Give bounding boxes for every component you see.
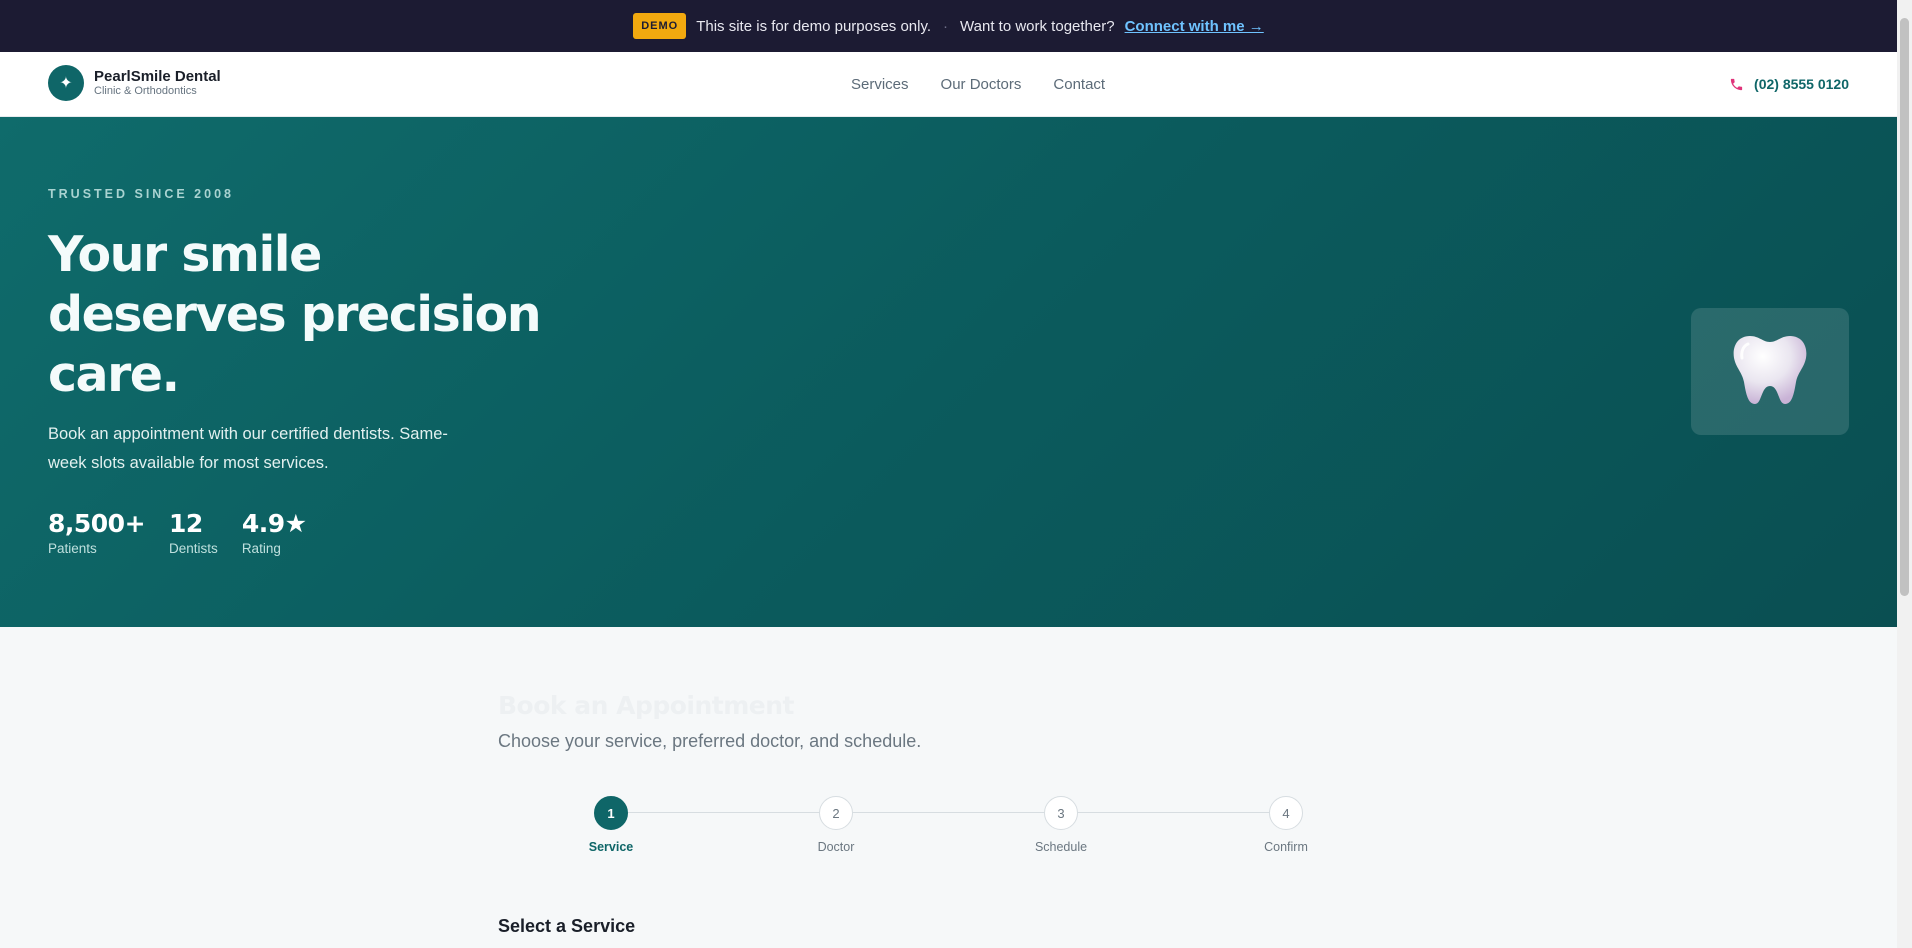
step-schedule[interactable]: 3 Schedule <box>1011 796 1111 854</box>
step-service[interactable]: 1 Service <box>561 796 661 854</box>
stat-patients: 8,500+ Patients <box>48 509 146 557</box>
hero-subtitle: Book an appointment with our certified d… <box>48 425 448 472</box>
stat-label: Dentists <box>169 541 218 556</box>
page-scrollbar[interactable] <box>1897 0 1912 948</box>
stat-value: 12 <box>169 509 203 538</box>
step-number: 1 <box>594 796 628 830</box>
step-number: 2 <box>819 796 853 830</box>
stat-rating: 4.9★ Rating <box>242 509 307 557</box>
step-number: 3 <box>1044 796 1078 830</box>
demo-banner: DEMO This site is for demo purposes only… <box>0 0 1897 52</box>
brand[interactable]: ✦ PearlSmile Dental Clinic & Orthodontic… <box>48 65 221 101</box>
phone-icon <box>1729 77 1744 92</box>
nav-services[interactable]: Services <box>851 76 909 93</box>
stat-value: 4.9★ <box>241 509 307 538</box>
step-label: Confirm <box>1264 840 1308 854</box>
site-header: ✦ PearlSmile Dental Clinic & Orthodontic… <box>0 52 1897 117</box>
phone-number: (02) 8555 0120 <box>1754 76 1849 92</box>
hero-eyebrow: TRUSTED SINCE 2008 <box>48 187 234 201</box>
select-service-title: Select a Service <box>498 916 636 936</box>
hero-stats: 8,500+ Patients 12 Dentists 4.9★ Rating <box>48 509 307 557</box>
stat-label: Patients <box>48 541 97 556</box>
step-number: 4 <box>1269 796 1303 830</box>
booking-title: Book an Appointment <box>498 691 795 720</box>
stat-dentists: 12 Dentists <box>169 509 218 557</box>
step-label: Doctor <box>817 840 855 854</box>
stepper-track <box>611 812 1286 813</box>
hero-image-card <box>1691 308 1849 435</box>
main-nav: Services Our Doctors Contact <box>851 52 1105 116</box>
tooth-icon <box>1728 330 1812 413</box>
hero-title: Your smile deserves precision care. <box>48 226 542 403</box>
stat-value: 8,500+ <box>48 509 146 538</box>
sparkle-icon: ✦ <box>48 65 84 101</box>
hero-section: TRUSTED SINCE 2008 Your smile deserves p… <box>0 117 1897 627</box>
scrollbar-thumb[interactable] <box>1900 18 1909 596</box>
nav-contact[interactable]: Contact <box>1053 76 1105 93</box>
nav-our-doctors[interactable]: Our Doctors <box>941 76 1022 93</box>
booking-subtitle: Choose your service, preferred doctor, a… <box>498 731 922 751</box>
brand-name: PearlSmile Dental <box>94 68 221 85</box>
step-confirm[interactable]: 4 Confirm <box>1236 796 1336 854</box>
step-label: Service <box>588 840 634 854</box>
demo-message: This site is for demo purposes only. <box>696 17 932 35</box>
step-label: Schedule <box>1034 840 1088 854</box>
phone-link[interactable]: (02) 8555 0120 <box>1729 52 1849 116</box>
demo-question: Want to work together? <box>960 17 1115 35</box>
stat-label: Rating <box>241 541 281 556</box>
demo-separator: · <box>943 17 949 35</box>
demo-badge: DEMO <box>633 13 687 39</box>
brand-tagline: Clinic & Orthodontics <box>94 85 197 97</box>
booking-stepper: 1 Service 2 Doctor 3 Schedule 4 Confirm <box>589 796 1308 866</box>
connect-link[interactable]: Connect with me → <box>1125 18 1264 35</box>
step-doctor[interactable]: 2 Doctor <box>786 796 886 854</box>
